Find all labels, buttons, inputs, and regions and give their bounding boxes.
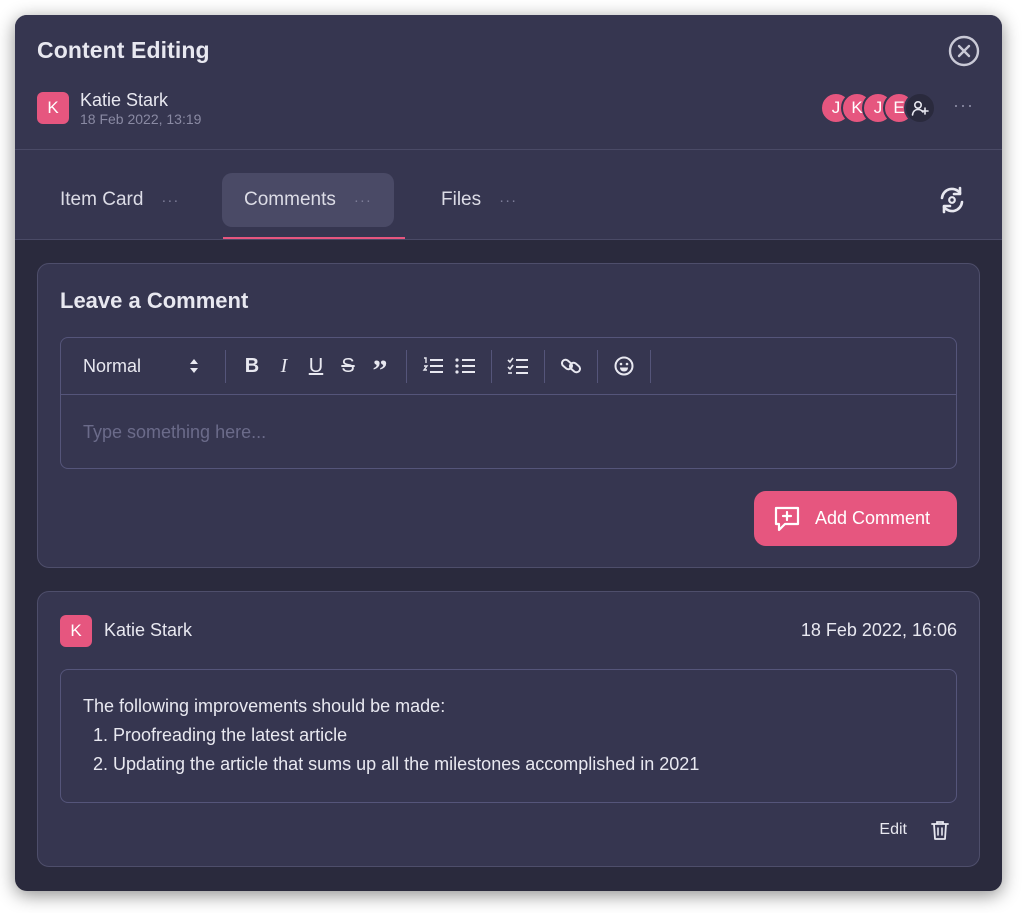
text-format-select[interactable]: Normal (83, 356, 199, 377)
add-comment-icon (774, 506, 800, 531)
leave-comment-title: Leave a Comment (60, 288, 249, 313)
comment-intro: The following improvements should be mad… (83, 696, 446, 716)
sync-view-button[interactable] (936, 184, 968, 216)
close-button[interactable] (948, 35, 980, 67)
author-avatar: K (37, 92, 69, 124)
author-date: 18 Feb 2022, 13:19 (80, 111, 202, 127)
checklist-button[interactable] (502, 350, 534, 382)
list-item: Proofreading the latest article (113, 721, 934, 750)
tab-files[interactable]: Files ··· (419, 173, 539, 227)
comment-input[interactable]: Type something here... (83, 422, 266, 443)
trash-icon (931, 821, 949, 840)
header-more-button[interactable]: ··· (953, 95, 974, 116)
quote-button[interactable]: ” (364, 350, 396, 387)
emoji-button[interactable] (608, 350, 640, 382)
dialog-header: Content Editing K Katie Stark 18 Feb 202… (15, 15, 1002, 150)
emoji-icon (614, 356, 634, 376)
numbered-list-icon (422, 357, 443, 373)
avatar: K (60, 615, 92, 647)
toolbar-divider (225, 349, 226, 383)
comment-author: Katie Stark (104, 620, 193, 640)
comment-list: Proofreading the latest article Updating… (113, 721, 934, 779)
tab-more-button[interactable]: ··· (161, 192, 179, 209)
comment-body: The following improvements should be mad… (60, 669, 957, 803)
add-user-icon (911, 100, 929, 116)
dialog-title: Content Editing (37, 37, 210, 63)
toolbar-divider (597, 349, 598, 383)
edit-comment-button[interactable]: Edit (879, 821, 907, 839)
text-format-value: Normal (83, 355, 142, 376)
sync-icon (940, 186, 964, 214)
bold-button[interactable]: B (236, 350, 268, 382)
editor-toolbar: Normal B I U S ” (61, 338, 956, 395)
tab-comments[interactable]: Comments ··· (222, 173, 394, 227)
link-icon (560, 358, 582, 374)
tab-item-card[interactable]: Item Card ··· (38, 173, 201, 227)
comment-card: K Katie Stark 18 Feb 2022, 16:06 The fol… (37, 591, 980, 867)
content-editing-dialog: Content Editing K Katie Stark 18 Feb 202… (15, 15, 1002, 891)
tab-bar: Item Card ··· Comments ··· Files ··· (15, 150, 1002, 240)
add-comment-label: Add Comment (815, 508, 931, 528)
toolbar-divider (650, 349, 651, 383)
author-name: Katie Stark (80, 90, 169, 110)
add-comment-button[interactable]: Add Comment (754, 491, 957, 546)
comment-editor: Normal B I U S ” Type something here... (60, 337, 957, 469)
leave-comment-card: Leave a Comment Normal B I U S ” Type so… (37, 263, 980, 568)
add-member-button[interactable] (904, 92, 936, 124)
numbered-list-button[interactable] (417, 350, 449, 382)
strikethrough-button[interactable]: S (332, 350, 364, 382)
tab-label: Item Card (60, 189, 144, 210)
tab-more-button[interactable]: ··· (499, 192, 517, 209)
toolbar-divider (491, 349, 492, 383)
checklist-icon (507, 357, 528, 374)
member-avatars: J K J E (820, 92, 936, 124)
close-icon (948, 35, 980, 67)
tab-more-button[interactable]: ··· (354, 192, 372, 209)
delete-comment-button[interactable] (929, 819, 951, 841)
list-item: Updating the article that sums up all th… (113, 750, 934, 779)
toolbar-divider (406, 349, 407, 383)
bullet-list-button[interactable] (449, 350, 481, 382)
italic-button[interactable]: I (268, 350, 300, 382)
tab-label: Comments (244, 189, 336, 210)
underline-button[interactable]: U (300, 350, 332, 382)
comment-date: 18 Feb 2022, 16:06 (800, 620, 957, 640)
active-tab-indicator (223, 237, 405, 239)
sort-arrows-icon (190, 359, 198, 373)
insert-link-button[interactable] (555, 350, 587, 382)
toolbar-divider (544, 349, 545, 383)
bullet-list-icon (455, 358, 475, 374)
tab-label: Files (441, 189, 482, 210)
